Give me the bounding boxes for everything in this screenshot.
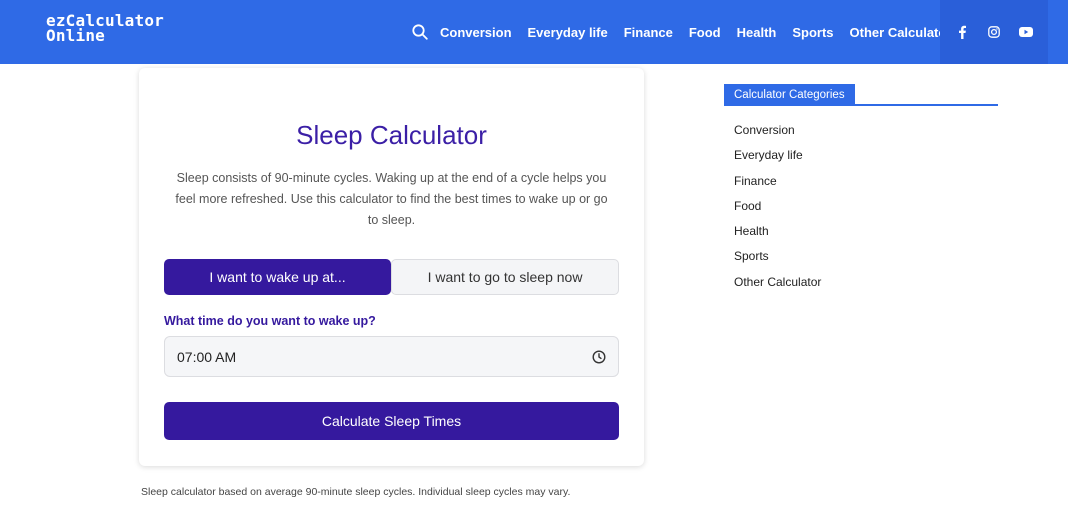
footnote: Sleep calculator based on average 90-min… <box>141 486 571 498</box>
sidebar-item-sports[interactable]: Sports <box>734 247 821 272</box>
nav-item-health[interactable]: Health <box>737 25 777 40</box>
nav-item-everyday-life[interactable]: Everyday life <box>528 25 608 40</box>
wake-time-label: What time do you want to wake up? <box>164 314 376 328</box>
site-header: ezCalculator Online Conversion Everyday … <box>0 0 1068 64</box>
sidebar-item-food[interactable]: Food <box>734 197 821 222</box>
sleep-calculator-card: Sleep Calculator Sleep consists of 90-mi… <box>139 68 644 466</box>
page-title: Sleep Calculator <box>296 120 487 150</box>
nav-item-other-calculator[interactable]: Other Calculator <box>850 25 952 40</box>
tab-sleep-now[interactable]: I want to go to sleep now <box>391 259 619 295</box>
site-logo[interactable]: ezCalculator Online <box>46 13 164 45</box>
instagram-icon[interactable] <box>985 23 1003 41</box>
sidebar-category-list: Conversion Everyday life Finance Food He… <box>734 121 821 298</box>
main-nav: Conversion Everyday life Finance Food He… <box>410 0 967 64</box>
facebook-icon[interactable] <box>953 23 971 41</box>
sidebar-item-health[interactable]: Health <box>734 222 821 247</box>
youtube-icon[interactable] <box>1017 23 1035 41</box>
wake-time-input[interactable]: 07:00 AM <box>164 336 619 377</box>
logo-line-2: Online <box>46 26 105 45</box>
nav-item-sports[interactable]: Sports <box>792 25 833 40</box>
sidebar-item-finance[interactable]: Finance <box>734 172 821 197</box>
nav-item-finance[interactable]: Finance <box>624 25 673 40</box>
calculate-button[interactable]: Calculate Sleep Times <box>164 402 619 440</box>
sidebar-item-conversion[interactable]: Conversion <box>734 121 821 146</box>
social-links <box>940 0 1048 64</box>
search-icon[interactable] <box>410 22 430 42</box>
calculator-description: Sleep consists of 90-minute cycles. Waki… <box>175 171 608 227</box>
nav-item-conversion[interactable]: Conversion <box>440 25 512 40</box>
sidebar-item-everyday-life[interactable]: Everyday life <box>734 146 821 171</box>
sidebar-item-other-calculator[interactable]: Other Calculator <box>734 273 821 298</box>
sidebar-heading-label: Calculator Categories <box>724 84 855 106</box>
clock-icon[interactable] <box>592 350 606 364</box>
tab-wake-up[interactable]: I want to wake up at... <box>164 259 391 295</box>
wake-time-value: 07:00 AM <box>177 348 237 365</box>
nav-item-food[interactable]: Food <box>689 25 721 40</box>
sidebar-heading: Calculator Categories <box>724 84 998 106</box>
